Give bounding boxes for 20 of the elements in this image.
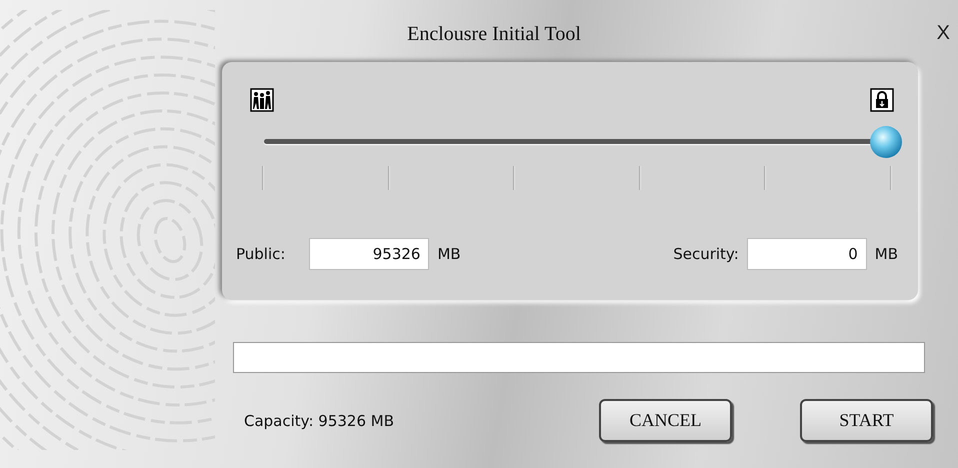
people-icon <box>250 88 274 112</box>
capacity-text: Capacity: 95326 MB <box>244 412 394 430</box>
window-title: Enclousre Initial Tool <box>407 22 581 46</box>
close-button[interactable]: X <box>932 20 954 47</box>
unit-label: MB <box>437 245 461 263</box>
tick-mark <box>513 166 516 190</box>
tick-mark <box>638 166 641 190</box>
slider-thumb[interactable] <box>870 126 902 158</box>
field-label: Public: <box>236 245 286 263</box>
field-label: Security: <box>673 245 739 263</box>
input-field[interactable]: 0 <box>746 238 867 270</box>
dialog-button[interactable]: START <box>800 399 933 442</box>
lock-icon <box>870 88 894 112</box>
tick-mark <box>764 166 766 190</box>
tick-mark <box>262 166 264 190</box>
dialog-button[interactable]: CANCEL <box>599 399 732 442</box>
tick-mark <box>388 166 390 190</box>
unit-label: MB <box>874 245 898 263</box>
input-field[interactable]: 95326 <box>309 238 430 270</box>
tick-mark <box>890 166 892 190</box>
